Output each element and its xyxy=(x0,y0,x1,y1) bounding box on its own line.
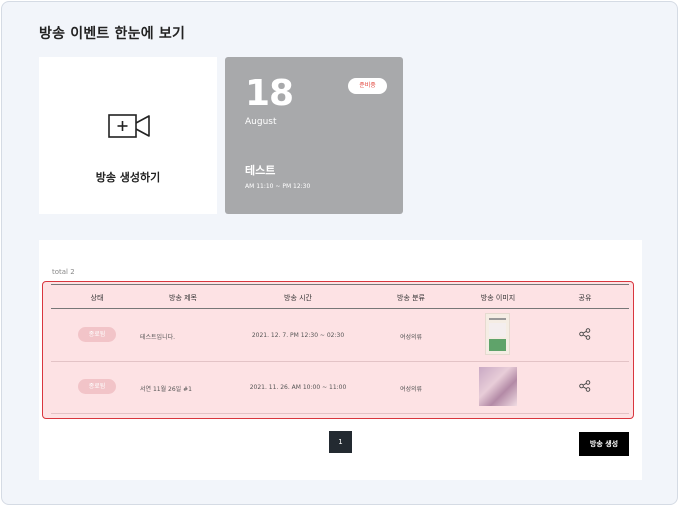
broadcast-thumbnail[interactable] xyxy=(485,313,510,355)
event-title: 테스트 xyxy=(245,164,276,177)
row-category: 여성의류 xyxy=(399,334,423,341)
share-icon[interactable] xyxy=(579,328,591,340)
row-title[interactable]: 테스트입니다. xyxy=(140,332,175,341)
event-card[interactable]: 18 August 준비중 테스트 AM 11:10 ~ PM 12:30 xyxy=(225,57,403,214)
column-header-share: 공유 xyxy=(578,294,592,302)
row-title[interactable]: 서연 11월 26일 #1 xyxy=(140,384,192,393)
create-broadcast-card[interactable]: 방송 생성하기 xyxy=(39,57,217,214)
total-count: total 2 xyxy=(52,268,75,276)
row-divider xyxy=(51,413,629,414)
row-time: 2021. 12. 7. PM 12:30 ~ 02:30 xyxy=(251,332,345,339)
row-divider xyxy=(51,361,629,362)
column-header-time: 방송 시간 xyxy=(284,294,312,302)
thumbnail-footer xyxy=(489,339,506,351)
page-title: 방송 이벤트 한눈에 보기 xyxy=(39,26,186,42)
share-icon[interactable] xyxy=(579,380,591,392)
row-status-badge: 종료됨 xyxy=(78,379,116,394)
row-time: 2021. 11. 26. AM 10:00 ~ 11:00 xyxy=(249,384,347,391)
thumbnail-body xyxy=(489,323,506,337)
table-header-border xyxy=(51,308,629,309)
pagination-page-1[interactable]: 1 xyxy=(329,431,352,453)
status-badge: 준비중 xyxy=(348,78,387,94)
create-broadcast-label: 방송 생성하기 xyxy=(95,171,161,184)
video-plus-icon xyxy=(108,114,150,138)
column-header-title: 방송 제목 xyxy=(169,294,197,302)
event-day: 18 xyxy=(245,73,294,114)
broadcast-thumbnail[interactable] xyxy=(479,367,517,406)
thumbnail-header xyxy=(489,318,506,320)
broadcast-list-panel: total 2 상태 방송 제목 방송 시간 방송 분류 방송 이미지 공유 종… xyxy=(39,240,642,480)
create-broadcast-button[interactable]: 방송 생성 xyxy=(579,432,629,456)
column-header-image: 방송 이미지 xyxy=(480,294,516,302)
column-header-status: 상태 xyxy=(90,294,104,302)
column-header-category: 방송 분류 xyxy=(397,294,425,302)
main-panel: 방송 이벤트 한눈에 보기 방송 생성하기 18 August 준비중 테스트 … xyxy=(1,1,678,505)
row-status-badge: 종료됨 xyxy=(78,327,116,342)
table-top-border xyxy=(51,284,629,285)
broadcast-table-highlight xyxy=(42,281,634,419)
event-time: AM 11:10 ~ PM 12:30 xyxy=(245,183,311,190)
row-category: 여성의류 xyxy=(399,386,423,393)
event-month: August xyxy=(245,117,277,127)
